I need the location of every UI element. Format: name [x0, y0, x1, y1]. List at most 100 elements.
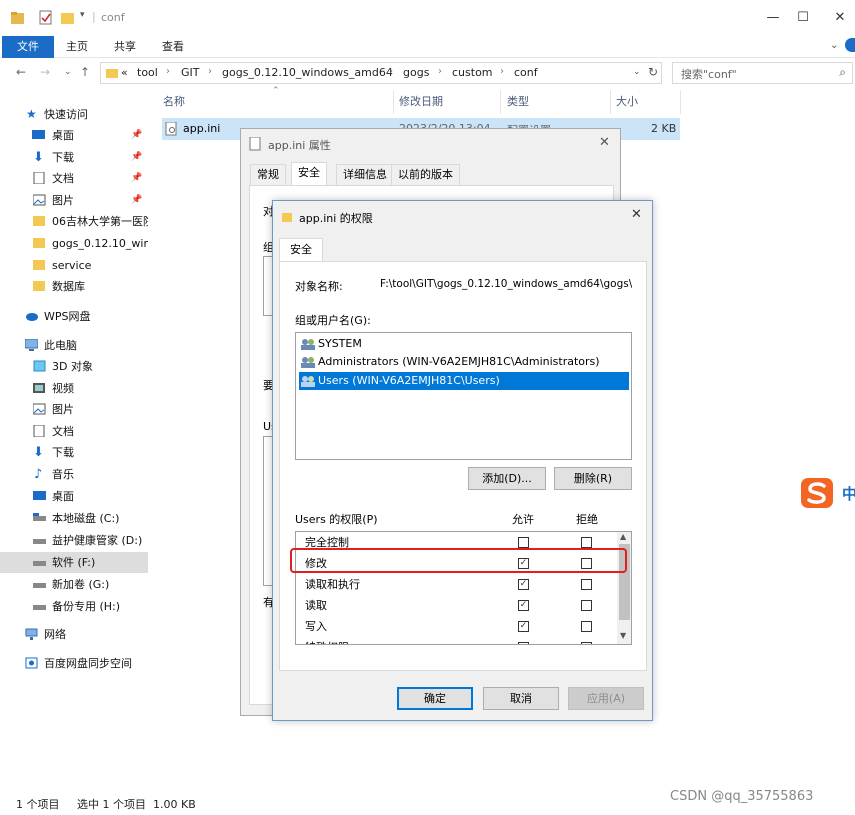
title-separator: |: [92, 10, 96, 23]
tab-view[interactable]: 查看: [152, 36, 194, 58]
close-icon[interactable]: ✕: [599, 135, 610, 150]
deny-checkbox-read[interactable]: [581, 600, 592, 611]
breadcrumb-separator-icon[interactable]: ›: [438, 66, 442, 77]
pin-icon[interactable]: 📌: [131, 147, 142, 168]
deny-checkbox-read-execute[interactable]: [581, 579, 592, 590]
nav-videos[interactable]: 视频: [0, 378, 148, 399]
scroll-up-icon[interactable]: ▲: [620, 532, 626, 541]
close-icon[interactable]: ✕: [631, 207, 642, 222]
breadcrumb-gogs-release[interactable]: gogs_0.12.10_windows_amd64: [222, 66, 393, 79]
chevron-down-icon[interactable]: ⌄: [830, 40, 838, 51]
chevron-down-icon[interactable]: ▾: [80, 10, 85, 20]
allow-checkbox-full-control[interactable]: [518, 537, 529, 548]
breadcrumb-overflow[interactable]: «: [121, 66, 128, 79]
nav-wps-cloud[interactable]: WPS网盘: [0, 306, 148, 327]
breadcrumb-separator-icon[interactable]: ›: [166, 66, 170, 77]
column-separator[interactable]: [680, 90, 681, 114]
nav-baidu-cloud[interactable]: 百度网盘同步空间: [0, 653, 148, 674]
up-arrow-icon[interactable]: ↑: [80, 65, 90, 79]
tab-share[interactable]: 共享: [104, 36, 146, 58]
column-header-type[interactable]: 类型: [507, 88, 529, 116]
address-bar[interactable]: « tool › GIT › gogs_0.12.10_windows_amd6…: [100, 62, 662, 84]
nav-desktop[interactable]: 桌面: [0, 486, 148, 507]
users-listbox[interactable]: SYSTEM Administrators (WIN-V6A2EMJH81C\A…: [295, 332, 632, 460]
list-item-system[interactable]: SYSTEM: [299, 335, 629, 353]
chevron-down-icon[interactable]: ⌄: [64, 67, 72, 77]
forward-arrow-icon[interactable]: →: [40, 65, 50, 79]
nav-folder-hospital[interactable]: 06吉林大学第一医院: [0, 211, 148, 232]
nav-pictures[interactable]: 图片: [0, 399, 148, 420]
refresh-icon[interactable]: ↻: [648, 65, 658, 79]
allow-checkbox-read[interactable]: ✓: [518, 600, 529, 611]
search-input[interactable]: 搜索"conf" ⌕: [672, 62, 853, 84]
pin-icon[interactable]: 📌: [131, 168, 142, 189]
tab-general[interactable]: 常规: [250, 164, 286, 186]
help-icon[interactable]: [845, 38, 855, 52]
minimize-button[interactable]: —: [758, 8, 788, 28]
pin-icon[interactable]: 📌: [131, 190, 142, 211]
deny-checkbox-special[interactable]: [581, 642, 592, 644]
nav-3d-objects[interactable]: 3D 对象: [0, 356, 148, 377]
allow-checkbox-write[interactable]: ✓: [518, 621, 529, 632]
column-separator[interactable]: [500, 90, 501, 114]
remove-button[interactable]: 删除(R): [554, 467, 632, 490]
tab-security[interactable]: 安全: [279, 238, 323, 262]
column-separator[interactable]: [393, 90, 394, 114]
nav-drive-c[interactable]: 本地磁盘 (C:): [0, 508, 148, 529]
nav-network[interactable]: 网络: [0, 624, 148, 645]
back-arrow-icon[interactable]: ←: [16, 65, 26, 79]
tab-security[interactable]: 安全: [291, 162, 327, 186]
tab-file[interactable]: 文件: [2, 36, 54, 58]
maximize-button[interactable]: ☐: [788, 8, 818, 28]
scroll-down-icon[interactable]: ▼: [620, 631, 626, 640]
tab-home[interactable]: 主页: [56, 36, 98, 58]
nav-desktop-pinned[interactable]: 桌面 📌: [0, 125, 148, 146]
pin-icon[interactable]: 📌: [131, 125, 142, 146]
cancel-button[interactable]: 取消: [483, 687, 559, 710]
new-folder-icon[interactable]: [60, 10, 76, 26]
breadcrumb-separator-icon[interactable]: ›: [208, 66, 212, 77]
column-separator[interactable]: [610, 90, 611, 114]
tab-details[interactable]: 详细信息: [336, 164, 394, 186]
nav-folder-service[interactable]: service: [0, 255, 148, 276]
nav-drive-h[interactable]: 备份专用 (H:): [0, 596, 148, 617]
nav-downloads-pinned[interactable]: ⬇ 下载 📌: [0, 147, 148, 168]
breadcrumb-git[interactable]: GIT: [181, 66, 200, 79]
search-icon[interactable]: ⌕: [839, 65, 846, 80]
add-button[interactable]: 添加(D)...: [468, 467, 546, 490]
allow-checkbox-read-execute[interactable]: ✓: [518, 579, 529, 590]
nav-pictures-pinned[interactable]: 图片 📌: [0, 190, 148, 211]
apply-button[interactable]: 应用(A): [568, 687, 644, 710]
ime-toolbar[interactable]: 中: [798, 475, 855, 511]
properties-icon[interactable]: [38, 10, 54, 26]
nav-folder-gogs[interactable]: gogs_0.12.10_windows_amd64: [0, 233, 148, 254]
close-button[interactable]: ✕: [825, 8, 855, 28]
nav-music[interactable]: ♪ 音乐: [0, 464, 148, 485]
nav-documents[interactable]: 文档: [0, 421, 148, 442]
column-header-date[interactable]: 修改日期: [399, 88, 443, 116]
deny-checkbox-write[interactable]: [581, 621, 592, 632]
breadcrumb-custom[interactable]: custom: [452, 66, 493, 79]
breadcrumb-separator-icon[interactable]: ›: [500, 66, 504, 77]
nav-drive-d[interactable]: 益护健康管家 (D:): [0, 530, 148, 551]
chevron-down-icon[interactable]: ⌄: [633, 67, 641, 77]
breadcrumb-conf[interactable]: conf: [514, 66, 538, 79]
column-header-size[interactable]: 大小: [616, 88, 638, 116]
nav-folder-database[interactable]: 数据库: [0, 276, 148, 297]
list-item-users[interactable]: Users (WIN-V6A2EMJH81C\Users): [299, 372, 629, 390]
column-header-name[interactable]: 名称: [163, 88, 185, 116]
nav-documents-pinned[interactable]: 文档 📌: [0, 168, 148, 189]
breadcrumb-tool[interactable]: tool: [137, 66, 158, 79]
list-item-administrators[interactable]: Administrators (WIN-V6A2EMJH81C\Administ…: [299, 353, 629, 371]
nav-downloads[interactable]: ⬇ 下载: [0, 442, 148, 463]
nav-quick-access[interactable]: ★ 快速访问: [0, 104, 148, 125]
breadcrumb-gogs[interactable]: gogs: [403, 66, 429, 79]
nav-drive-f[interactable]: 软件 (F:): [0, 552, 148, 573]
allow-checkbox-special[interactable]: [518, 642, 529, 644]
breadcrumb-separator-icon[interactable]: ›: [389, 66, 393, 77]
tab-previous-versions[interactable]: 以前的版本: [391, 164, 460, 186]
ok-button[interactable]: 确定: [397, 687, 473, 710]
nav-drive-g[interactable]: 新加卷 (G:): [0, 574, 148, 595]
deny-checkbox-full-control[interactable]: [581, 537, 592, 548]
nav-this-pc[interactable]: 此电脑: [0, 335, 148, 356]
